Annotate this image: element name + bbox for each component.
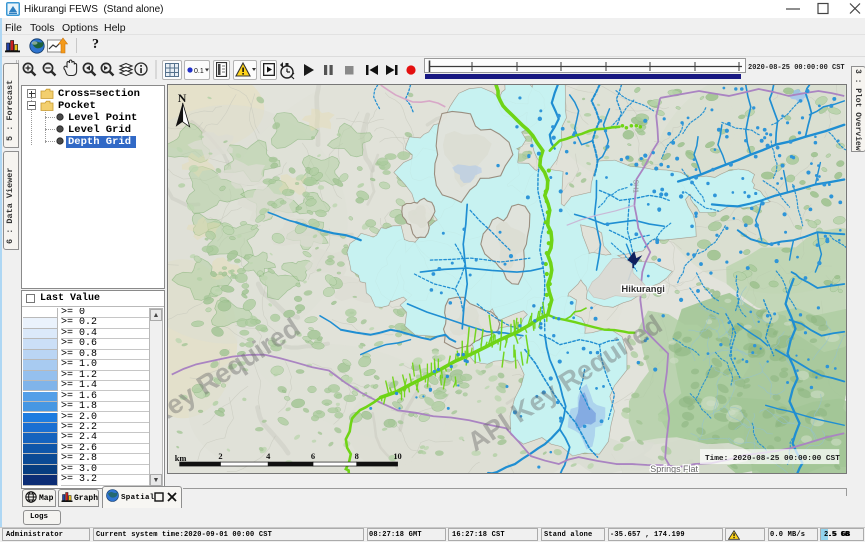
- svg-text:Time: 2020-08-25 00:00:00 CST: Time: 2020-08-25 00:00:00 CST: [705, 455, 840, 463]
- svg-text:8: 8: [355, 451, 359, 461]
- svg-text:N: N: [178, 91, 187, 105]
- svg-text:km: km: [175, 453, 187, 463]
- svg-text:2: 2: [218, 451, 222, 461]
- svg-text:Hikurangi: Hikurangi: [621, 284, 665, 295]
- svg-text:SH1: SH1: [631, 180, 638, 194]
- svg-text:6: 6: [311, 451, 315, 461]
- svg-text:0.1: 0.1: [194, 68, 204, 75]
- svg-text:Springs Flat: Springs Flat: [650, 464, 698, 474]
- svg-text:10: 10: [393, 451, 401, 461]
